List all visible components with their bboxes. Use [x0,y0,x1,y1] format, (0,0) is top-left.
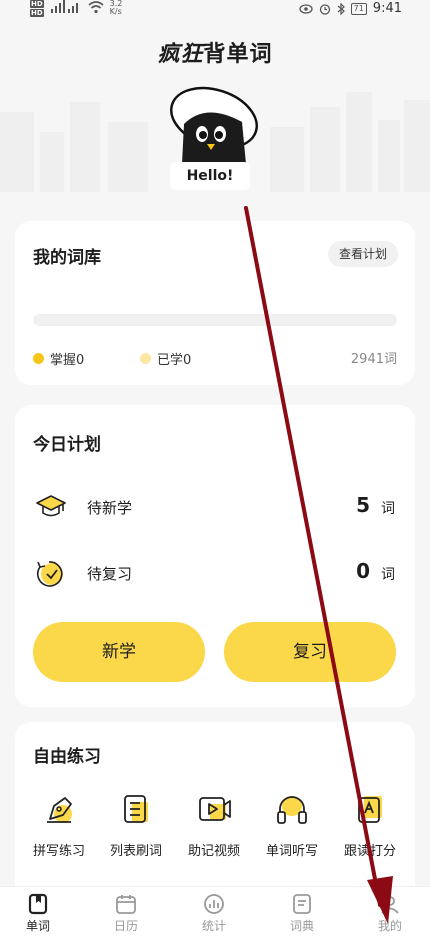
stats-icon [204,894,224,914]
network-speed: 3.2 K/s [110,0,123,16]
review-clock-icon [37,561,63,587]
learned-dot [140,353,151,364]
practice-pronunciation[interactable]: 跟读打分 [325,792,415,859]
review-words-label: 待复习 [87,565,133,583]
tab-words[interactable]: 单词 [8,893,68,934]
plan-row-review-words: 待复习 0 词 [35,555,395,591]
mascot-greeting: Hello! [170,162,250,190]
dictionary-icon [293,894,311,914]
new-words-count: 5 [356,493,370,517]
review-words-count: 0 [356,559,370,583]
learned-label: 已学0 [157,353,192,368]
tab-dictionary[interactable]: 词典 [272,893,332,934]
list-icon [124,795,148,823]
eye-icon [298,3,313,14]
sim1-badge: HD [30,0,44,8]
word-library-card: 我的词库 查看计划 掌握0 已学0 2941词 [15,221,415,385]
plan-title: 今日计划 [33,435,101,455]
app-title-main: 背单词 [203,42,273,67]
tab-words-label: 单词 [25,919,50,933]
tab-profile-label: 我的 [377,919,402,933]
bluetooth-icon [337,2,345,15]
new-words-unit: 词 [381,501,395,517]
app-title-brand: 疯狂 [157,42,204,67]
practice-dictation[interactable]: 单词听写 [247,792,337,859]
practice-video-label: 助记视频 [187,844,240,859]
pronounce-icon [358,796,382,823]
tab-stats[interactable]: 统计 [184,893,244,934]
video-icon [199,797,231,821]
library-title: 我的词库 [33,248,101,268]
sim-indicators: HD HD [30,0,44,18]
tab-calendar[interactable]: 日历 [96,893,156,934]
bottom-tab-bar: 单词 日历 统计 词典 我的 [0,886,430,942]
view-plan-button[interactable]: 查看计划 [327,241,398,267]
sim2-badge: HD [30,9,44,17]
mastered-dot [33,353,44,364]
status-left: HD HD 3.2 K/s [30,0,122,18]
mastered-label: 掌握0 [50,353,85,368]
alarm-icon [319,3,330,15]
practice-list[interactable]: 列表刷词 [91,792,181,859]
total-words: 2941词 [350,352,397,367]
mastered-stat: 掌握0 [33,349,84,368]
status-right: 71 9:41 [298,1,402,16]
learned-stat: 已学0 [140,349,191,368]
calendar-icon [116,895,136,914]
plan-row-new-words: 待新学 5 词 [35,489,395,525]
tab-calendar-label: 日历 [113,919,138,933]
tab-dictionary-label: 词典 [289,919,314,933]
status-bar: HD HD 3.2 K/s 71 9:41 [0,0,430,20]
tab-stats-label: 统计 [201,919,226,933]
battery-indicator: 71 [350,2,367,15]
clock: 9:41 [372,1,402,16]
signal-icon [50,0,78,13]
learn-new-button[interactable]: 新学 [33,622,205,682]
library-progress-bar [33,314,397,326]
review-words-unit: 词 [381,567,395,583]
practice-dictation-label: 单词听写 [265,844,318,859]
headphones-icon [277,796,307,824]
new-words-label: 待新学 [87,499,133,517]
practice-video[interactable]: 助记视频 [169,792,259,859]
practice-title: 自由练习 [33,747,101,767]
network-speed-unit: K/s [109,7,122,16]
review-button[interactable]: 复习 [224,622,396,682]
app-title: 疯狂背单词 [0,36,430,68]
pen-icon [47,797,72,823]
tab-profile[interactable]: 我的 [360,893,420,934]
wifi-icon [88,1,104,14]
profile-icon [381,896,399,914]
book-icon [28,893,48,915]
practice-list-label: 列表刷词 [109,844,162,859]
graduation-cap-icon [36,495,66,517]
practice-pronunciation-label: 跟读打分 [343,844,396,859]
